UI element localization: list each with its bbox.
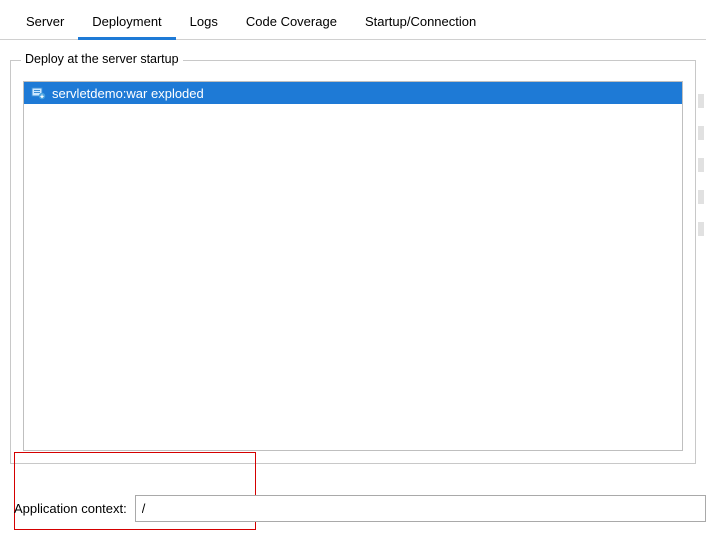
application-context-label: Application context:: [14, 501, 127, 516]
artifact-list-item[interactable]: servletdemo:war exploded: [24, 82, 682, 104]
tab-server[interactable]: Server: [12, 8, 78, 40]
artifact-list[interactable]: servletdemo:war exploded: [23, 81, 683, 451]
remove-button-stub[interactable]: [698, 126, 704, 140]
deployment-panel: Deploy at the server startup servletdemo…: [0, 40, 706, 464]
tab-deployment[interactable]: Deployment: [78, 8, 175, 40]
groupbox-title: Deploy at the server startup: [21, 52, 183, 66]
artifact-label: servletdemo:war exploded: [52, 86, 204, 101]
tab-startup-connection[interactable]: Startup/Connection: [351, 8, 490, 40]
up-button-stub[interactable]: [698, 190, 704, 204]
artifact-icon: [30, 85, 46, 101]
tab-logs[interactable]: Logs: [176, 8, 232, 40]
side-toolbar: [698, 94, 706, 236]
down-button-stub[interactable]: [698, 222, 704, 236]
application-context-input[interactable]: [135, 495, 706, 522]
deploy-groupbox: Deploy at the server startup servletdemo…: [10, 60, 696, 464]
edit-button-stub[interactable]: [698, 158, 704, 172]
tab-code-coverage[interactable]: Code Coverage: [232, 8, 351, 40]
add-button-stub[interactable]: [698, 94, 704, 108]
tab-bar: Server Deployment Logs Code Coverage Sta…: [0, 0, 706, 40]
application-context-row: Application context:: [14, 495, 706, 522]
